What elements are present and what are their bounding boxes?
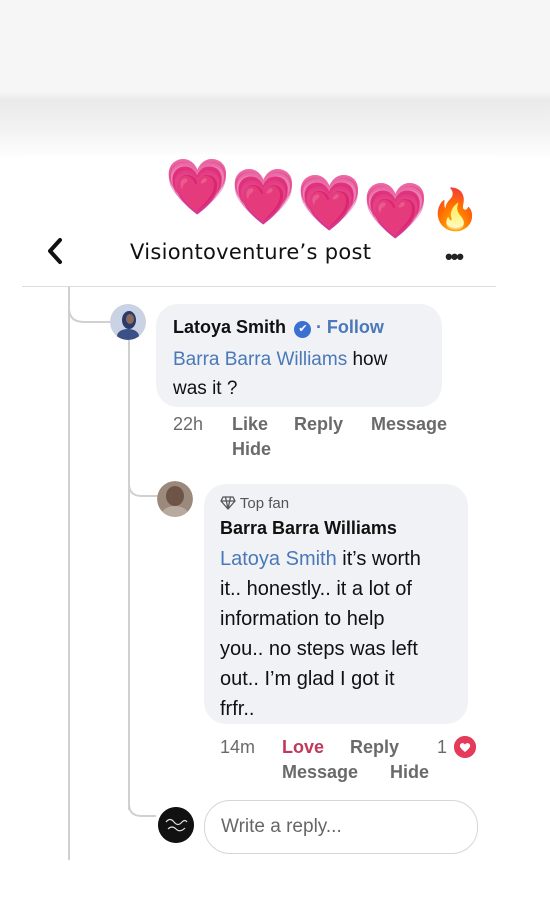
comment-text-fragment: it’s worth [336,548,421,570]
comment-text-fragment: how [347,349,388,370]
pink-heart-icon: 💗 [363,181,428,239]
comment-text-line: you.. no steps was left [220,638,418,660]
avatar[interactable] [110,304,146,340]
comment-bubble: Latoya Smith ✔ · Follow Barra Barra Will… [156,304,442,407]
reply-button[interactable]: Reply [294,414,343,435]
comment-author[interactable]: Barra Barra Williams [220,518,397,539]
comment-text: Latoya Smith it’s worth it.. honestly.. … [220,544,421,724]
message-button[interactable]: Message [282,762,358,783]
heart-icon [454,736,476,758]
avatar-logo-image [158,807,194,843]
top-fan-label: Top fan [239,495,290,512]
top-background-band [0,0,550,160]
thread-line [68,287,70,860]
verified-badge-icon: ✔ [294,321,312,338]
hide-button[interactable]: Hide [390,762,429,783]
back-chevron-icon[interactable] [44,236,72,268]
sticker-row: 💗 💗 💗 💗 🔥 [165,160,485,250]
hide-button[interactable]: Hide [232,439,271,460]
message-button[interactable]: Message [371,414,447,435]
reply-placeholder: Write a reply... [221,816,342,837]
comment-text-line: was it ? [173,378,238,399]
header-divider [22,286,496,287]
comment-bubble: Top fan Barra Barra Williams Latoya Smit… [204,484,468,724]
chevron-left-icon [48,238,62,264]
pink-heart-icon: 💗 [297,173,362,231]
pink-heart-icon: 💗 [165,157,230,215]
comment-author[interactable]: Latoya Smith [173,317,286,337]
comment-text-line: information to help [220,608,385,630]
avatar-image [110,304,146,340]
reaction-count[interactable]: 1 [437,737,447,758]
comment-text-line: it.. honestly.. it a lot of [220,578,412,600]
comment-text: Barra Barra Williams how was it ? [173,345,387,403]
pink-heart-icon: 💗 [231,167,296,225]
love-reaction-button[interactable]: Love [282,737,324,758]
comment-time: 14m [220,737,256,757]
like-button[interactable]: Like [232,414,268,435]
comment-header: Latoya Smith ✔ · Follow [173,317,384,338]
comment-text-line: out.. I’m glad I got it [220,668,395,690]
heart-reaction-icon [454,736,476,758]
reply-button[interactable]: Reply [350,737,399,758]
more-options-icon[interactable]: ••• [445,244,464,270]
thread-line-nested [128,340,130,810]
diamond-icon [220,496,236,510]
mention-link[interactable]: Latoya Smith [220,548,337,570]
top-fan-badge: Top fan [220,495,289,512]
avatar[interactable] [157,481,193,517]
reply-input[interactable]: Write a reply... [204,800,478,854]
mention-link[interactable]: Barra Barra Williams [173,349,347,370]
comment-time: 22h [173,414,204,434]
fire-icon: 🔥 [430,188,480,232]
page-title: Visiontoventure’s post [130,240,372,264]
avatar[interactable] [158,807,194,843]
avatar-image [157,481,193,517]
follow-link[interactable]: · Follow [316,317,384,337]
comment-text-line: frfr.. [220,698,255,720]
